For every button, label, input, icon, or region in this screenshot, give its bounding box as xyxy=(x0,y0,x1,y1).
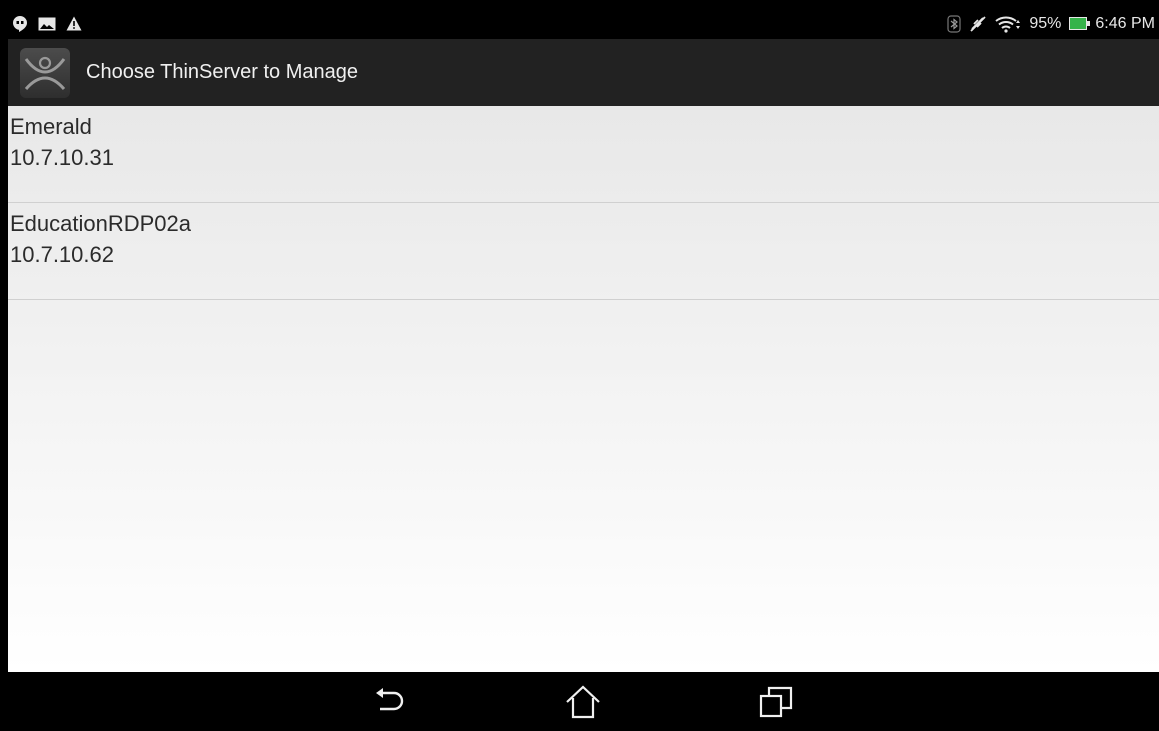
server-ip: 10.7.10.31 xyxy=(10,145,114,170)
thinmanager-logo-icon[interactable] xyxy=(20,47,70,98)
no-sync-icon xyxy=(969,15,987,33)
server-ip: 10.7.10.62 xyxy=(10,242,114,267)
wifi-icon xyxy=(995,15,1021,33)
warning-icon xyxy=(66,16,82,31)
server-list: Emerald 10.7.10.31 EducationRDP02a 10.7.… xyxy=(8,106,1159,672)
system-status: 95% 6:46 PM xyxy=(947,8,1155,39)
clock: 6:46 PM xyxy=(1095,14,1155,32)
navigation-bar xyxy=(8,672,1159,731)
home-icon[interactable] xyxy=(563,682,603,722)
list-item-educationrdp02a[interactable]: EducationRDP02a 10.7.10.62 xyxy=(8,203,1159,300)
back-icon[interactable] xyxy=(370,682,410,722)
status-bar: 95% 6:46 PM xyxy=(8,8,1159,39)
server-name: Emerald xyxy=(10,114,92,139)
action-bar: Choose ThinServer to Manage xyxy=(8,39,1159,106)
bluetooth-icon xyxy=(947,14,961,33)
server-name: EducationRDP02a xyxy=(10,211,192,236)
notification-icons xyxy=(8,8,82,39)
hangouts-icon xyxy=(12,15,28,33)
device-screen: 95% 6:46 PM Choose ThinServer to Manage … xyxy=(8,8,1159,731)
list-item-emerald[interactable]: Emerald 10.7.10.31 xyxy=(8,106,1159,203)
battery-charging-icon xyxy=(1069,17,1091,30)
recent-apps-icon[interactable] xyxy=(756,682,796,722)
battery-percent: 95% xyxy=(1029,14,1062,32)
gallery-icon xyxy=(38,17,56,31)
page-title: Choose ThinServer to Manage xyxy=(86,61,359,83)
